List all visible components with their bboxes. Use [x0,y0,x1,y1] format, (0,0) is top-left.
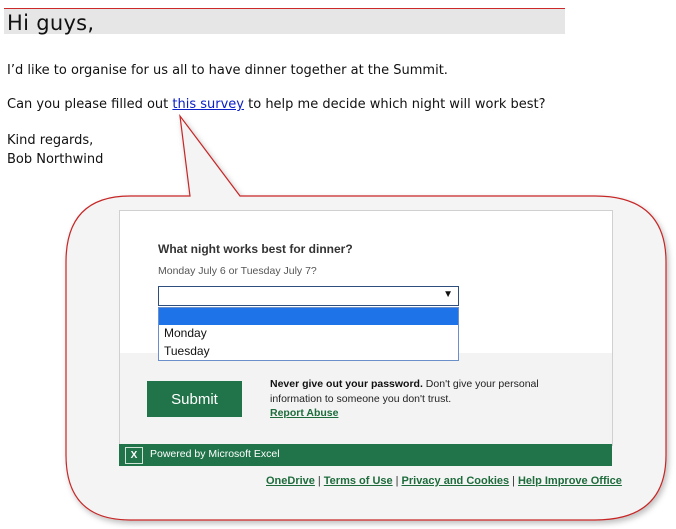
dropdown-arrow-icon[interactable]: ▼ [443,289,453,300]
report-abuse-link[interactable]: Report Abuse [270,407,338,419]
dropdown-list: Monday Tuesday [158,307,459,361]
footer-link-onedrive[interactable]: OneDrive [266,475,315,487]
password-warning: Never give out your password. Don't give… [270,377,590,407]
night-select[interactable]: ▼ [158,286,459,306]
footer-links: OneDrive | Terms of Use | Privacy and Cookie… [266,475,622,487]
powered-by-bar: X Powered by Microsoft Excel [119,444,612,466]
footer-separator: | [317,475,321,487]
footer-link-terms[interactable]: Terms of Use [324,475,393,487]
submit-button[interactable]: Submit [147,381,242,417]
excel-icon: X [125,447,143,464]
dropdown-option-monday[interactable]: Monday [159,325,458,343]
footer-link-privacy[interactable]: Privacy and Cookies [402,475,510,487]
powered-by-text: Powered by Microsoft Excel [150,448,280,460]
question-subtitle: Monday July 6 or Tuesday July 7? [158,265,317,277]
password-warning-bold: Never give out your password. [270,378,423,390]
survey-form: What night works best for dinner? Monday… [119,210,613,446]
footer-link-help-improve[interactable]: Help Improve Office [518,475,622,487]
dropdown-option-blank[interactable] [159,308,458,325]
footer-separator: | [512,475,515,487]
footer-separator: | [395,475,399,487]
question-title: What night works best for dinner? [158,242,353,256]
dropdown-option-tuesday[interactable]: Tuesday [159,343,458,361]
